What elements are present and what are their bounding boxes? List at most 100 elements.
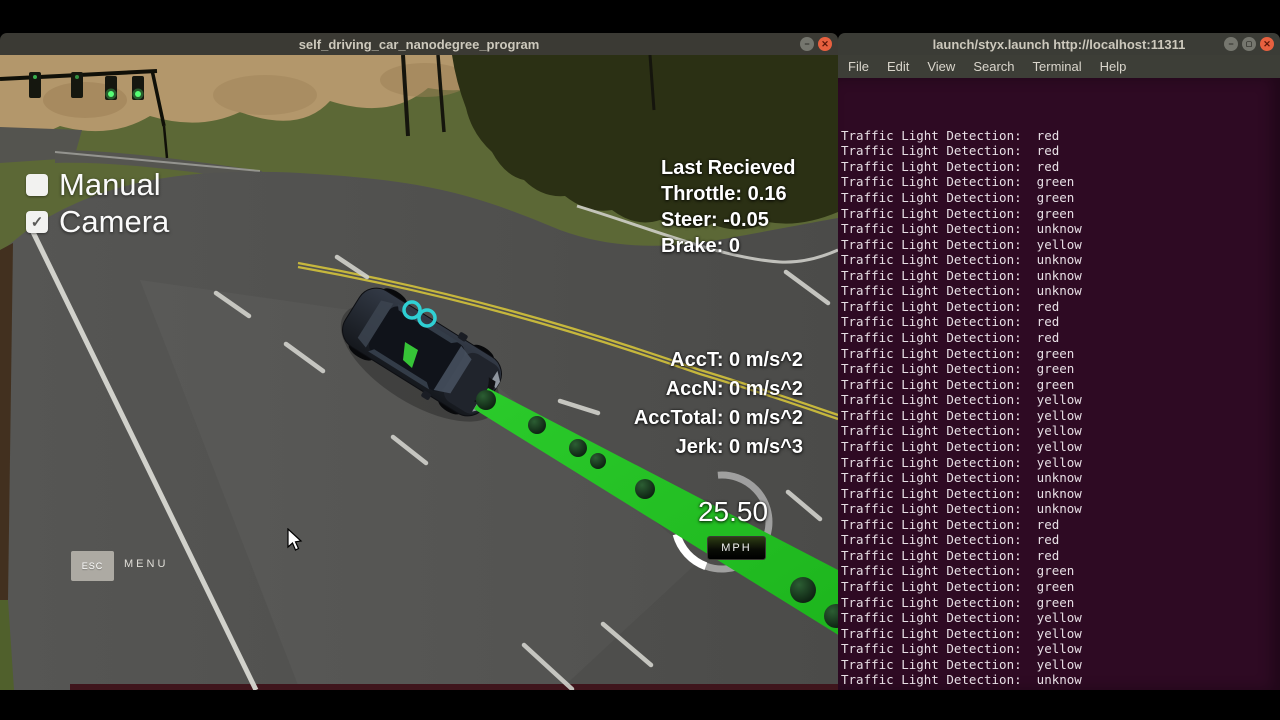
esc-key-label: ESC (81, 561, 104, 571)
terminal-line: Traffic Light Detection: red (841, 516, 1060, 532)
terminal-line: Traffic Light Detection: yellow (841, 454, 1082, 470)
esc-key-button[interactable]: ESC (71, 551, 114, 581)
simulator-title: self_driving_car_nanodegree_program (298, 36, 540, 52)
accn-value: AccN: 0 m/s^2 (665, 378, 803, 400)
detection-value: yellow (1021, 641, 1082, 657)
detection-value: red (1021, 547, 1060, 563)
terminal-line: Traffic Light Detection: unknow (841, 485, 1082, 501)
terminal-line: Traffic Light Detection: yellow (841, 423, 1082, 439)
terminal-line: Traffic Light Detection: green (841, 345, 1075, 361)
terminal-line: Traffic Light Detection: unknow (841, 221, 1082, 237)
terminal-line: Traffic Light Detection: yellow (841, 392, 1082, 408)
acceleration-panel: AccT: 0 m/s^2 AccN: 0 m/s^2 AccTotal: 0 … (634, 346, 803, 462)
detection-value: red (1021, 127, 1060, 143)
terminal-line: Traffic Light Detection: green (841, 174, 1075, 190)
last-received-panel: Last Recieved Throttle: 0.16 Steer: -0.0… (661, 155, 796, 259)
menu-search[interactable]: Search (964, 55, 1023, 78)
detection-value: unknow (1021, 485, 1082, 501)
terminal-line: Traffic Light Detection: green (841, 361, 1075, 377)
terminal-line: Traffic Light Detection: unknow (841, 688, 1280, 690)
speed-unit: MPH (721, 542, 752, 554)
simulator-titlebar[interactable]: self_driving_car_nanodegree_program − ✕ (0, 33, 838, 55)
jerk-value: Jerk: 0 m/s^3 (675, 436, 803, 458)
terminal-title: launch/styx.launch http://localhost:1131… (932, 36, 1186, 52)
mouse-cursor-icon (287, 528, 303, 551)
manual-checkbox-row[interactable]: Manual (26, 167, 161, 203)
terminal-line: Traffic Light Detection: yellow (841, 656, 1082, 672)
menu-help[interactable]: Help (1091, 55, 1136, 78)
maximize-icon[interactable]: ▢ (1242, 37, 1256, 51)
terminal-line: Traffic Light Detection: red (841, 330, 1060, 345)
terminal-line: Traffic Light Detection: yellow (841, 610, 1082, 626)
detection-value: green (1021, 563, 1075, 579)
detection-value: yellow (1021, 407, 1082, 423)
acct-value: AccT: 0 m/s^2 (670, 349, 803, 371)
terminal-titlebar[interactable]: launch/styx.launch http://localhost:1131… (838, 33, 1280, 55)
terminal-line: Traffic Light Detection: red (841, 547, 1060, 563)
speed-unit-badge: MPH (707, 536, 766, 560)
terminal-line: Traffic Light Detection: red (841, 143, 1060, 159)
detection-value: green (1021, 376, 1075, 392)
detection-value: unknow (1021, 470, 1082, 486)
minimize-icon[interactable]: − (1224, 37, 1238, 51)
detection-value: unknow (1021, 252, 1082, 268)
terminal-line: Traffic Light Detection: yellow (841, 407, 1082, 423)
detection-value: green (1021, 345, 1075, 361)
detection-value: green (1021, 174, 1075, 190)
hill-mound (213, 75, 317, 115)
menu-file[interactable]: File (839, 55, 878, 78)
menu-edit[interactable]: Edit (878, 55, 918, 78)
detection-value: yellow (1021, 625, 1082, 641)
detection-value: yellow (1021, 454, 1082, 470)
terminal-line: Traffic Light Detection: red (841, 298, 1060, 314)
terminal-line: Traffic Light Detection: red (841, 314, 1060, 330)
menu-terminal[interactable]: Terminal (1024, 55, 1091, 78)
throttle-value: Throttle: 0.16 (661, 183, 787, 205)
last-received-title: Last Recieved (661, 157, 796, 179)
close-icon[interactable]: ✕ (818, 37, 832, 51)
detection-value: unknow (1021, 501, 1082, 517)
brake-value: Brake: 0 (661, 235, 740, 257)
steer-value: Steer: -0.05 (661, 209, 769, 231)
terminal-line: Traffic Light Detection: green (841, 205, 1075, 221)
detection-value: green (1021, 361, 1075, 377)
terminal-screen[interactable]: Traffic Light Detection: red Traffic Ligh… (838, 78, 1280, 690)
detection-value: yellow (1021, 656, 1082, 672)
detection-value: yellow (1021, 610, 1082, 626)
close-icon[interactable]: ✕ (1260, 37, 1274, 51)
detection-value: yellow (1021, 392, 1082, 408)
detection-value: red (1021, 143, 1060, 159)
detection-value: green (1021, 189, 1075, 205)
simulator-viewport[interactable]: Manual ✓ Camera Last Recieved Throttle: … (0, 55, 838, 690)
terminal-line: Traffic Light Detection: green (841, 376, 1075, 392)
menu-label: MENU (124, 558, 169, 570)
detection-value: yellow (1021, 423, 1082, 439)
terminal-line: Traffic Light Detection: unknow (841, 283, 1082, 299)
camera-checkbox[interactable]: ✓ (26, 211, 48, 233)
detection-value: red (1021, 532, 1060, 548)
camera-checkbox-row[interactable]: ✓ Camera (26, 204, 169, 240)
detection-value: yellow (1021, 438, 1082, 454)
terminal-line: Traffic Light Detection: unknow (841, 672, 1082, 688)
bottom-strip (70, 684, 838, 690)
terminal-line: Traffic Light Detection: yellow (841, 236, 1082, 252)
detection-value: unknow (1021, 221, 1082, 237)
terminal-line: Traffic Light Detection: unknow (841, 470, 1082, 486)
manual-checkbox-label: Manual (59, 167, 161, 202)
terminal-line: Traffic Light Detection: unknow (841, 501, 1082, 517)
minimize-icon[interactable]: − (800, 37, 814, 51)
terminal-line: Traffic Light Detection: green (841, 594, 1075, 610)
detection-value: red (1021, 516, 1060, 532)
terminal-line: Traffic Light Detection: red (841, 158, 1060, 174)
menu-view[interactable]: View (918, 55, 964, 78)
terminal-line: Traffic Light Detection: red (841, 532, 1060, 548)
detection-value: green (1021, 205, 1075, 221)
simulator-window: self_driving_car_nanodegree_program − ✕ (0, 33, 838, 690)
detection-value: red (1021, 314, 1060, 330)
terminal-window: launch/styx.launch http://localhost:1131… (838, 33, 1280, 690)
terminal-line: Traffic Light Detection: green (841, 579, 1075, 594)
terminal-menubar: File Edit View Search Terminal Help (838, 55, 1280, 78)
manual-checkbox[interactable] (26, 174, 48, 196)
detection-value: yellow (1021, 236, 1082, 252)
detection-value: unknow (1021, 672, 1082, 688)
